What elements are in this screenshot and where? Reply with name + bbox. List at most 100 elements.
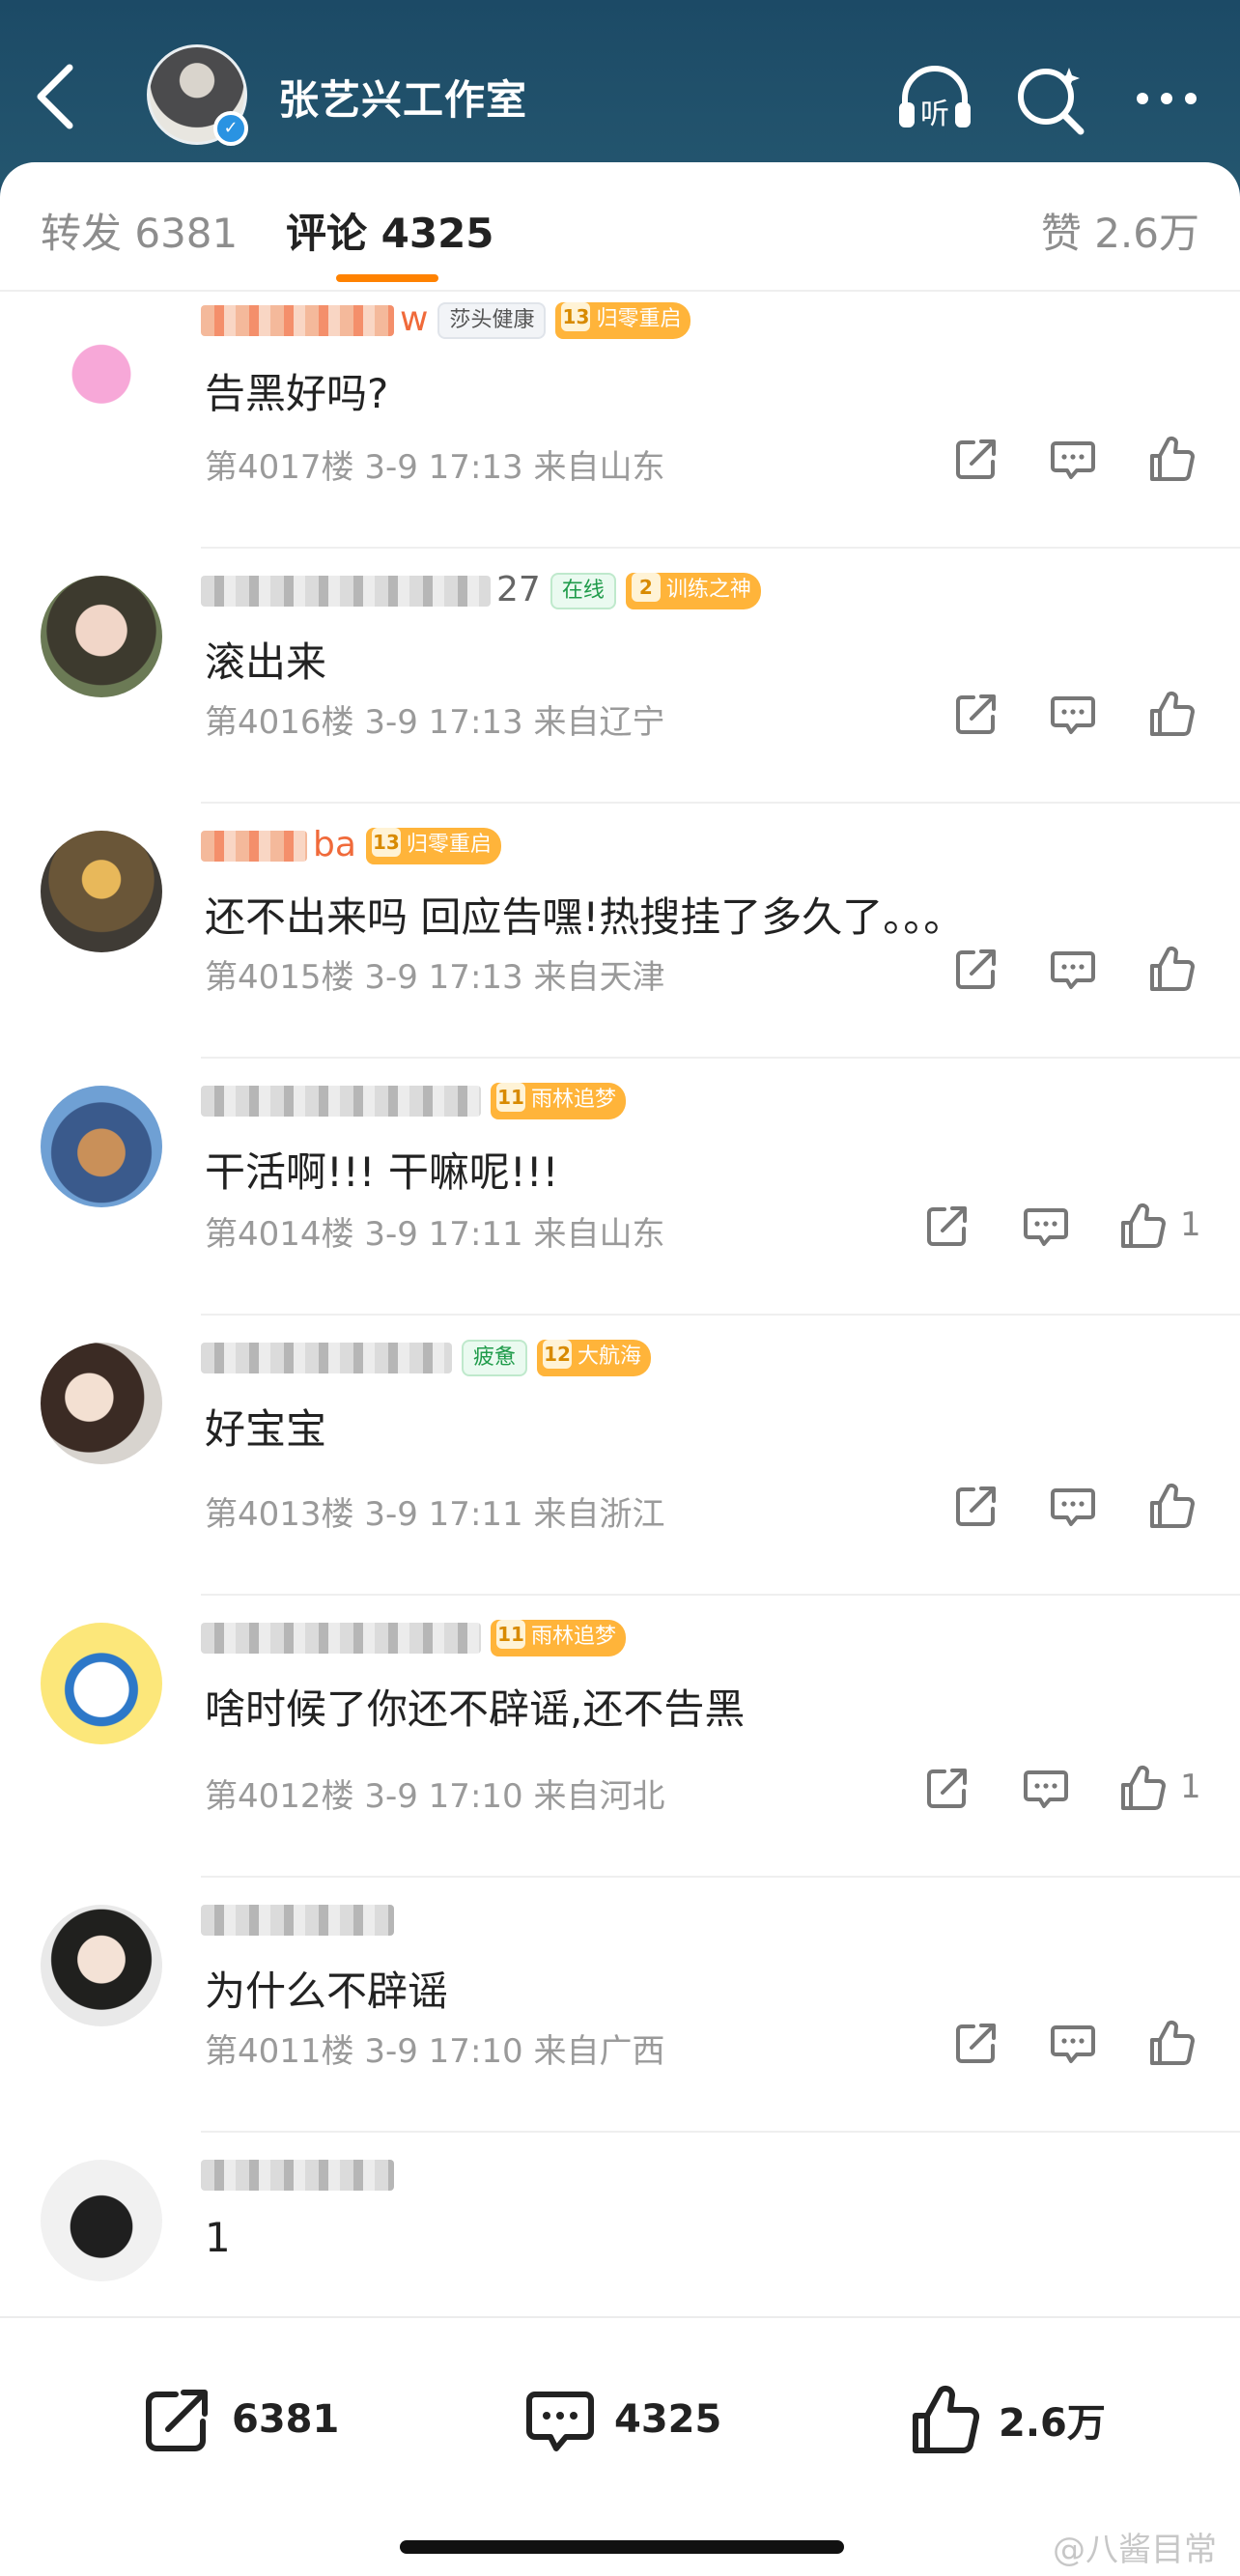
like-button[interactable]: 2.6万 bbox=[906, 2376, 1106, 2463]
comments-panel: 转发 6381 评论 4325 赞 2.6万 w 莎头健康 13 归零重启 告黑好吗? 第… bbox=[0, 162, 1240, 2576]
back-arrow-icon[interactable] bbox=[21, 56, 89, 137]
status-badge[interactable]: 疲惫 bbox=[462, 1340, 528, 1376]
comment-like-icon[interactable] bbox=[1116, 1200, 1169, 1252]
blurred-username bbox=[201, 831, 307, 862]
commenter-avatar[interactable] bbox=[41, 307, 162, 429]
comment-share-icon[interactable] bbox=[950, 688, 1002, 740]
tab-comment[interactable]: 评论 4325 bbox=[286, 201, 494, 260]
commenter-name[interactable]: 11 雨林追梦 bbox=[201, 1080, 627, 1119]
commenter-name[interactable]: w 莎头健康 13 归零重启 bbox=[201, 299, 691, 339]
username-visible-part: ba bbox=[313, 825, 356, 864]
repost-button[interactable]: 6381 bbox=[139, 2376, 339, 2463]
comment-count: 4325 bbox=[614, 2397, 722, 2442]
comment-reply-icon[interactable] bbox=[1047, 1480, 1099, 1532]
tab-like[interactable]: 赞 2.6万 bbox=[1041, 201, 1199, 260]
tab-bar: 转发 6381 评论 4325 赞 2.6万 bbox=[0, 162, 1240, 292]
comment-like-icon[interactable] bbox=[1145, 2017, 1198, 2069]
comment-share-icon[interactable] bbox=[950, 433, 1002, 485]
home-indicator bbox=[400, 2540, 844, 2554]
comment-like-count: 1 bbox=[1180, 1205, 1201, 1244]
comment-text: 告黑好吗? bbox=[205, 370, 389, 417]
search-sparkle-icon[interactable] bbox=[1009, 60, 1092, 137]
listen-headphones-icon[interactable]: 听 bbox=[893, 60, 976, 137]
comment-text: 好宝宝 bbox=[205, 1405, 327, 1453]
comment-reply-icon[interactable] bbox=[1020, 1200, 1072, 1252]
status-badge[interactable]: 在线 bbox=[550, 573, 616, 609]
active-tab-indicator bbox=[336, 274, 438, 282]
badge-label: 归零重启 bbox=[596, 307, 682, 331]
level-number: 13 bbox=[561, 302, 591, 331]
blurred-username bbox=[201, 2160, 394, 2191]
comment-text: 还不出来吗 回应告嘿!热搜挂了多久了。。。 bbox=[205, 893, 965, 941]
badge-label: 疲惫 bbox=[473, 1345, 517, 1370]
comment-like-icon[interactable] bbox=[1116, 1762, 1169, 1814]
badge-label: 在线 bbox=[561, 579, 605, 603]
comment-bubble-icon bbox=[526, 2392, 594, 2451]
comment-reply-icon[interactable] bbox=[1047, 943, 1099, 995]
comment-button[interactable]: 4325 bbox=[521, 2376, 721, 2463]
comment-item[interactable]: w 莎头健康 13 归零重启 告黑好吗? 第4017楼 3-9 17:13 来自山东 bbox=[0, 297, 1240, 549]
level-badge[interactable]: 12 大航海 bbox=[537, 1340, 652, 1376]
level-badge[interactable]: 11 雨林追梦 bbox=[491, 1620, 627, 1656]
comment-share-icon[interactable] bbox=[950, 1480, 1002, 1532]
level-number: 2 bbox=[631, 573, 661, 602]
blurred-username bbox=[201, 1905, 394, 1936]
commenter-avatar[interactable] bbox=[41, 1623, 162, 1744]
comment-share-icon[interactable] bbox=[950, 2017, 1002, 2069]
commenter-name[interactable] bbox=[201, 1899, 394, 1939]
level-badge[interactable]: 13 归零重启 bbox=[555, 302, 691, 339]
status-badge[interactable]: 莎头健康 bbox=[437, 302, 547, 339]
commenter-name[interactable]: 27 在线 2 训练之神 bbox=[201, 570, 761, 609]
comment-reply-icon[interactable] bbox=[1047, 433, 1099, 485]
more-dots-icon[interactable] bbox=[1125, 60, 1208, 137]
comment-share-icon[interactable] bbox=[921, 1200, 973, 1252]
commenter-avatar[interactable] bbox=[41, 1343, 162, 1464]
commenter-name[interactable]: 疲惫 12 大航海 bbox=[201, 1337, 652, 1376]
level-number: 11 bbox=[496, 1620, 525, 1649]
commenter-avatar[interactable] bbox=[41, 1905, 162, 2026]
page-title: 张艺兴工作室 bbox=[278, 76, 528, 124]
badge-label: 雨林追梦 bbox=[531, 1088, 617, 1112]
comment-item[interactable]: 27 在线 2 训练之神 滚出来 第4016楼 3-9 17:13 来自辽宁 bbox=[0, 549, 1240, 804]
commenter-name[interactable]: ba 13 归零重启 bbox=[201, 825, 501, 864]
comment-reply-icon[interactable] bbox=[1047, 688, 1099, 740]
level-badge[interactable]: 11 雨林追梦 bbox=[491, 1083, 627, 1119]
comment-item[interactable]: ba 13 归零重启 还不出来吗 回应告嘿!热搜挂了多久了。。。 第4015楼 3-9 … bbox=[0, 804, 1240, 1059]
level-badge[interactable]: 2 训练之神 bbox=[625, 573, 761, 609]
comment-share-icon[interactable] bbox=[950, 943, 1002, 995]
verified-badge-icon: ✓ bbox=[213, 111, 248, 146]
comment-item[interactable]: 11 雨林追梦 干活啊!!! 干嘛呢!!! 第4014楼 3-9 17:11 来自山东… bbox=[0, 1059, 1240, 1316]
blurred-username bbox=[201, 305, 394, 336]
comment-text: 1 bbox=[205, 2214, 231, 2261]
commenter-avatar[interactable] bbox=[41, 2160, 162, 2281]
comment-item[interactable]: 11 雨林追梦 啥时候了你还不辟谣,还不告黑 第4012楼 3-9 17:10 来自河… bbox=[0, 1596, 1240, 1878]
commenter-avatar[interactable] bbox=[41, 831, 162, 952]
badge-label: 大航海 bbox=[578, 1345, 642, 1369]
level-badge[interactable]: 13 归零重启 bbox=[365, 828, 501, 864]
level-number: 12 bbox=[543, 1340, 573, 1369]
tab-repost[interactable]: 转发 6381 bbox=[41, 201, 238, 260]
level-number: 11 bbox=[496, 1083, 525, 1112]
comment-like-icon[interactable] bbox=[1145, 943, 1198, 995]
commenter-avatar[interactable] bbox=[41, 576, 162, 697]
commenter-name[interactable]: 11 雨林追梦 bbox=[201, 1617, 627, 1656]
commenter-name[interactable] bbox=[201, 2154, 394, 2194]
comment-meta: 第4011楼 3-9 17:10 来自广西 bbox=[205, 2032, 665, 2071]
top-navigation-bar: ✓ 张艺兴工作室 听 bbox=[0, 0, 1240, 184]
comment-item[interactable]: 为什么不辟谣 第4011楼 3-9 17:10 来自广西 bbox=[0, 1878, 1240, 2133]
watermark: @八酱目常 bbox=[1053, 2531, 1217, 2569]
comment-like-icon[interactable] bbox=[1145, 433, 1198, 485]
username-visible-part: 27 bbox=[496, 570, 541, 609]
comment-item[interactable]: 疲惫 12 大航海 好宝宝 第4013楼 3-9 17:11 来自浙江 bbox=[0, 1316, 1240, 1596]
comment-like-icon[interactable] bbox=[1145, 688, 1198, 740]
commenter-avatar[interactable] bbox=[41, 1086, 162, 1207]
listen-label: 听 bbox=[920, 98, 949, 131]
badge-label: 莎头健康 bbox=[449, 308, 535, 332]
comment-reply-icon[interactable] bbox=[1047, 2017, 1099, 2069]
username-visible-part: w bbox=[400, 299, 429, 339]
comment-reply-icon[interactable] bbox=[1020, 1762, 1072, 1814]
comment-text: 啥时候了你还不辟谣,还不告黑 bbox=[205, 1685, 746, 1733]
comment-like-icon[interactable] bbox=[1145, 1480, 1198, 1532]
share-icon bbox=[146, 2390, 208, 2451]
comment-share-icon[interactable] bbox=[921, 1762, 973, 1814]
